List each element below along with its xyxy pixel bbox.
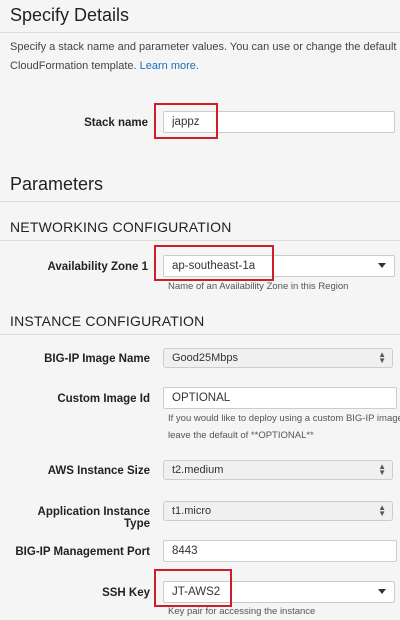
ssh-key-label: SSH Key (102, 587, 150, 599)
page-description: Specify a stack name and parameter value… (10, 38, 400, 76)
page-title: Specify Details (10, 5, 130, 25)
divider (0, 334, 400, 335)
custom-image-label: Custom Image Id (57, 393, 150, 405)
parameters-heading: Parameters (10, 174, 104, 194)
description-line-1: Specify a stack name and parameter value… (10, 41, 400, 53)
instance-size-label: AWS Instance Size (47, 465, 150, 477)
up-down-arrows-icon: ▲ ▼ (378, 350, 386, 365)
highlight-box-ssh-key (154, 569, 232, 607)
custom-image-input[interactable] (163, 387, 397, 409)
up-down-arrows-icon: ▲ ▼ (378, 462, 386, 477)
instance-size-select[interactable]: t2.medium ▲ ▼ (163, 460, 393, 480)
bigip-image-value: Good25Mbps (172, 352, 239, 364)
app-instance-type-value: t1.micro (172, 505, 212, 517)
bigip-image-label: BIG-IP Image Name (44, 353, 150, 365)
custom-image-help-1: If you would like to deploy using a cust… (168, 413, 400, 424)
app-instance-type-select[interactable]: t1.micro ▲ ▼ (163, 501, 393, 521)
stack-name-label: Stack name (84, 117, 148, 129)
up-down-arrows-icon: ▲ ▼ (378, 503, 386, 518)
management-port-input[interactable] (163, 540, 397, 562)
caret-down-icon (378, 589, 386, 594)
divider (0, 201, 400, 202)
highlight-box-availability-zone (154, 245, 274, 281)
instance-size-value: t2.medium (172, 464, 224, 476)
availability-zone-help: Name of an Availability Zone in this Reg… (168, 281, 349, 292)
custom-image-help-2: leave the default of **OPTIONAL** (168, 430, 314, 441)
divider (0, 240, 400, 241)
caret-down-icon (378, 263, 386, 268)
divider (0, 32, 400, 33)
networking-section-title: NETWORKING CONFIGURATION (10, 219, 232, 235)
ssh-key-help: Key pair for accessing the instance (168, 606, 316, 617)
app-instance-type-label: Application Instance Type (37, 506, 150, 530)
bigip-image-select[interactable]: Good25Mbps ▲ ▼ (163, 348, 393, 368)
learn-more-link[interactable]: Learn more. (140, 60, 199, 72)
instance-section-title: INSTANCE CONFIGURATION (10, 313, 205, 329)
description-line-2-text: CloudFormation template. (10, 60, 137, 72)
description-line-2: CloudFormation template. Learn more. (10, 57, 400, 76)
availability-zone-label: Availability Zone 1 (47, 261, 148, 273)
highlight-box-stack-name (154, 103, 218, 139)
management-port-label: BIG-IP Management Port (15, 546, 150, 558)
